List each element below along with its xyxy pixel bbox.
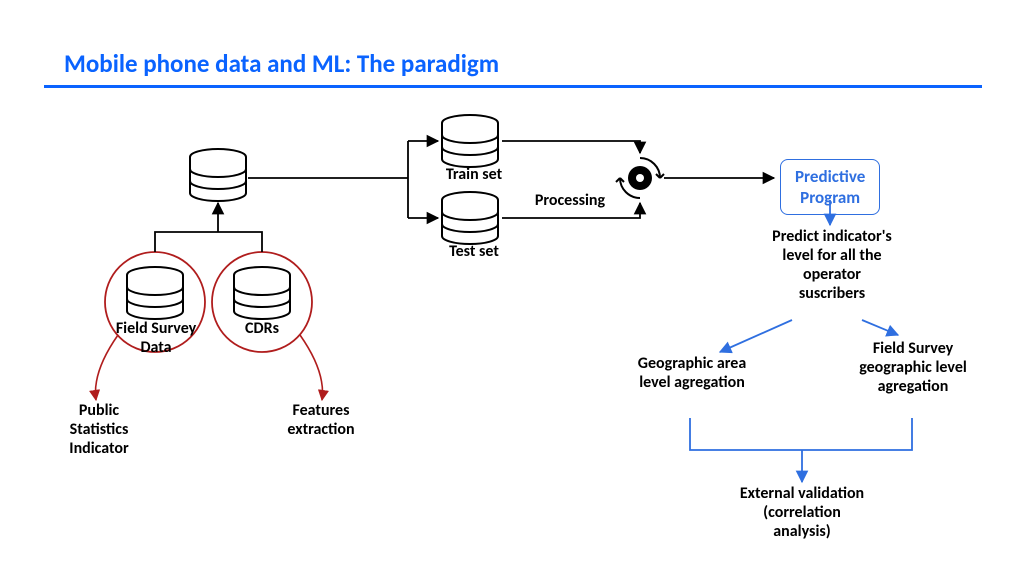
label-test-set: Test set [434, 243, 514, 262]
slide-stage: Mobile phone data and ML: The paradigm [0, 0, 1024, 576]
gear-icon [616, 158, 664, 198]
db-merged-icon [190, 149, 246, 201]
label-processing: Processing [520, 192, 620, 211]
label-geo-area: Geographic arealevel agregation [612, 355, 772, 393]
db-field-survey-icon [127, 267, 183, 319]
label-cdrs: CDRs [232, 320, 292, 339]
db-test-icon [442, 192, 498, 244]
label-train-set: Train set [434, 166, 514, 185]
label-features: Featuresextraction [266, 402, 376, 440]
db-cdrs-icon [234, 267, 290, 319]
predictive-program-box: PredictiveProgram [780, 159, 880, 215]
label-public-stats: PublicStatisticsIndicator [44, 402, 154, 459]
db-train-icon [442, 115, 498, 167]
label-predict-level: Predict indicator'slevel for all theoper… [744, 228, 920, 304]
label-fs-geo: Field Surveygeographic levelagregation [828, 340, 998, 397]
label-field-survey: Field SurveyData [110, 320, 202, 358]
label-external-validation: External validation(correlationanalysis) [712, 485, 892, 542]
